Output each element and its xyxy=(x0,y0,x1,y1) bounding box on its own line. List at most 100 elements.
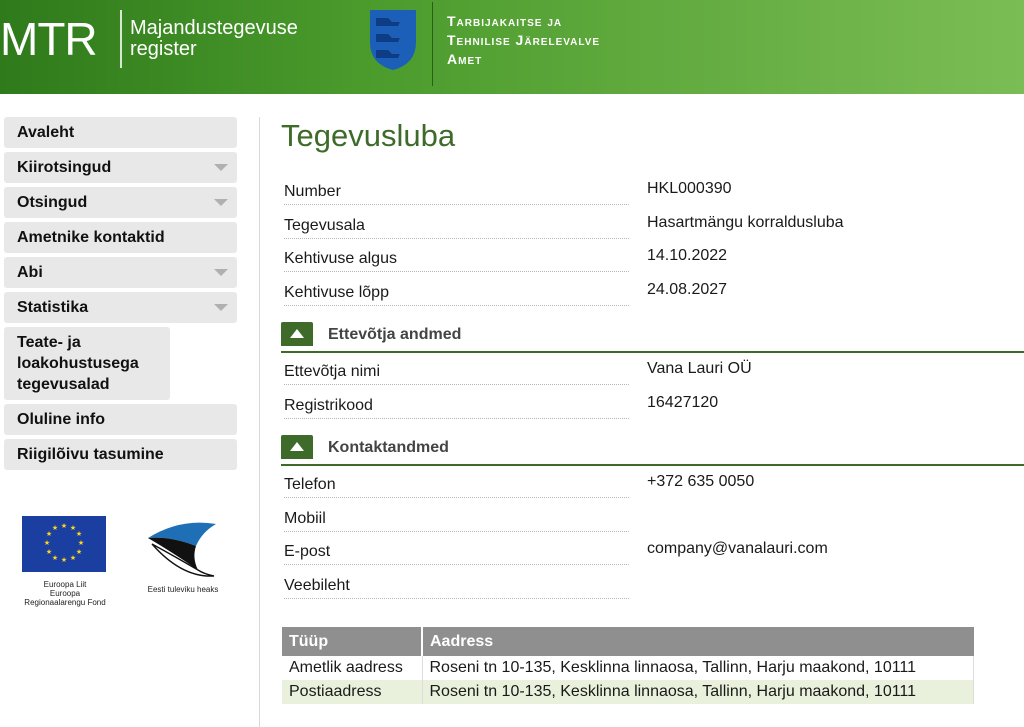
field-label: Veebileht xyxy=(284,577,629,599)
chevron-down-icon xyxy=(214,304,228,311)
table-cell-address: Roseni tn 10-135, Kesklinna linnaosa, Ta… xyxy=(422,656,974,680)
field-label: Tegevusala xyxy=(284,217,629,239)
field-row-telefon: Telefon +372 635 0050 xyxy=(281,468,1024,502)
eu-caption-line1: Euroopa Liit xyxy=(43,580,87,589)
sidebar-item-avaleht[interactable]: Avaleht xyxy=(4,117,237,148)
sidebar-item-riigiloivu-tasumine[interactable]: Riigilõivu tasumine xyxy=(4,439,237,470)
ee-caption: Eesti tuleviku heaks xyxy=(147,585,219,594)
sidebar-divider xyxy=(259,117,260,727)
mtr-logo[interactable]: MTR xyxy=(0,12,98,66)
logo-divider xyxy=(120,10,122,68)
section-title: Kontaktandmed xyxy=(328,439,449,456)
agency-divider xyxy=(432,2,433,86)
table-row: Ametlik aadress Roseni tn 10-135, Keskli… xyxy=(282,656,974,680)
chevron-down-icon xyxy=(214,269,228,276)
sidebar-item-label: Otsingud xyxy=(17,194,88,211)
agency-name: Tarbijakaitse ja Tehnilise Järelevalve A… xyxy=(447,12,600,69)
field-row-number: Number HKL000390 xyxy=(281,175,1024,209)
main-content: Tegevusluba Number HKL000390 Tegevusala Ha… xyxy=(281,117,1024,602)
logo-subtitle-line2: register xyxy=(130,38,197,60)
field-label: Ettevõtja nimi xyxy=(284,363,629,385)
svg-text:★: ★ xyxy=(52,524,58,532)
sidebar-item-otsingud[interactable]: Otsingud xyxy=(4,187,237,218)
sidebar-item-label: Abi xyxy=(17,264,43,281)
column-header-aadress[interactable]: Aadress xyxy=(422,627,974,656)
table-cell-type: Postiaadress xyxy=(282,680,423,704)
sidebar-item-label: Teate- ja loakohustusega tegevusalad xyxy=(17,334,139,393)
field-label: Kehtivuse algus xyxy=(284,250,629,272)
field-row-registrikood: Registrikood 16427120 xyxy=(281,389,1024,423)
table-row: Postiaadress Roseni tn 10-135, Kesklinna… xyxy=(282,680,974,704)
sidebar-item-label: Riigilõivu tasumine xyxy=(17,446,164,463)
svg-text:★: ★ xyxy=(76,530,82,538)
sidebar-item-kiirotsingud[interactable]: Kiirotsingud xyxy=(4,152,237,183)
sidebar-item-label: Kiirotsingud xyxy=(17,159,112,176)
agency-line3: Amet xyxy=(447,51,483,67)
logo-subtitle: Majandustegevuse register xyxy=(130,18,298,60)
field-value[interactable]: company@vanalauri.com xyxy=(647,540,828,558)
eu-caption: Euroopa Liit Euroopa Regionaalarengu Fon… xyxy=(18,580,112,607)
eesti-tuleviku-heaks-logo: Eesti tuleviku heaks xyxy=(138,516,228,594)
field-value: 14.10.2022 xyxy=(647,247,728,264)
field-label: Telefon xyxy=(284,476,629,498)
field-row-e-post: E-post company@vanalauri.com xyxy=(281,535,1024,569)
sidebar-item-abi[interactable]: Abi xyxy=(4,257,237,288)
sidebar-item-teate-ja-loakohustusega[interactable]: Teate- ja loakohustusega tegevusalad xyxy=(4,327,170,400)
sidebar-item-statistika[interactable]: Statistika xyxy=(4,292,237,323)
logo-subtitle-line1: Majandustegevuse xyxy=(130,17,298,39)
field-row-tegevusala: Tegevusala Hasartmängu korraldusluba xyxy=(281,209,1024,243)
svg-text:★: ★ xyxy=(78,539,84,547)
collapse-toggle-icon[interactable] xyxy=(281,322,313,346)
sidebar-item-label: Oluline info xyxy=(17,411,105,428)
field-value: Vana Lauri OÜ xyxy=(647,360,752,377)
column-header-tyyp[interactable]: Tüüp xyxy=(282,627,423,656)
section-kontaktandmed: Kontaktandmed xyxy=(281,434,1024,466)
eu-caption-line2: Euroopa xyxy=(49,589,81,598)
sidebar-item-ametnike-kontaktid[interactable]: Ametnike kontaktid xyxy=(4,222,237,253)
field-label: Number xyxy=(284,183,629,205)
svg-text:★: ★ xyxy=(46,548,52,556)
address-table: Tüüp Aadress Ametlik aadress Roseni tn 1… xyxy=(282,627,974,704)
site-header: MTR Majandustegevuse register Tarbijakai… xyxy=(0,0,1024,94)
field-value: HKL000390 xyxy=(647,180,732,197)
field-row-kehtivuse-algus: Kehtivuse algus 14.10.2022 xyxy=(281,242,1024,276)
field-label: Registrikood xyxy=(284,397,629,419)
estonian-flag-swoosh-icon xyxy=(148,522,216,577)
estonian-crest-icon xyxy=(370,10,416,70)
field-label: Kehtivuse lõpp xyxy=(284,284,629,306)
sidebar-item-label: Statistika xyxy=(17,299,89,316)
field-label: E-post xyxy=(284,543,629,565)
eu-caption-line3: Regionaalarengu Fond xyxy=(24,598,106,607)
sidebar-item-label: Avaleht xyxy=(17,124,75,141)
svg-text:★: ★ xyxy=(44,539,50,547)
eu-fund-logo: ★ ★ ★ ★ ★ ★ ★ ★ ★ ★ ★ ★ Euroopa Liit Euroopa Reg… xyxy=(18,516,112,607)
sidebar-item-oluline-info[interactable]: Oluline info xyxy=(4,404,237,435)
svg-text:★: ★ xyxy=(61,522,67,530)
field-value: 16427120 xyxy=(647,393,719,411)
sidebar-nav: Avaleht Kiirotsingud Otsingud Ametnike k… xyxy=(4,117,237,474)
field-value: 24.08.2027 xyxy=(647,280,728,298)
section-title: Ettevõtja andmed xyxy=(328,326,462,343)
sidebar-item-label: Ametnike kontaktid xyxy=(17,229,165,246)
chevron-down-icon xyxy=(214,164,228,171)
section-ettevotja-andmed: Ettevõtja andmed xyxy=(281,321,1024,353)
field-value: Hasartmängu korraldusluba xyxy=(647,213,844,231)
table-cell-type: Ametlik aadress xyxy=(282,656,423,680)
field-row-ettevotja-nimi: Ettevõtja nimi Vana Lauri OÜ xyxy=(281,355,1024,389)
table-cell-address: Roseni tn 10-135, Kesklinna linnaosa, Ta… xyxy=(422,680,974,704)
agency-line1: Tarbijakaitse ja xyxy=(447,13,563,29)
table-header-row: Tüüp Aadress xyxy=(282,627,974,656)
field-row-mobiil: Mobiil xyxy=(281,502,1024,536)
page-title: Tegevusluba xyxy=(281,118,456,153)
svg-text:★: ★ xyxy=(76,548,82,556)
field-row-kehtivuse-lopp: Kehtivuse lõpp 24.08.2027 xyxy=(281,276,1024,310)
eu-flag-icon: ★ ★★ ★★★ ★★★ ★★★ xyxy=(22,516,106,572)
collapse-toggle-icon[interactable] xyxy=(281,435,313,459)
svg-text:★: ★ xyxy=(61,556,67,564)
field-value: +372 635 0050 xyxy=(647,473,755,490)
field-label: Mobiil xyxy=(284,510,629,532)
agency-line2: Tehnilise Järelevalve xyxy=(447,32,601,48)
chevron-down-icon xyxy=(214,199,228,206)
field-row-veebileht: Veebileht xyxy=(281,569,1024,603)
svg-text:★: ★ xyxy=(52,554,58,562)
